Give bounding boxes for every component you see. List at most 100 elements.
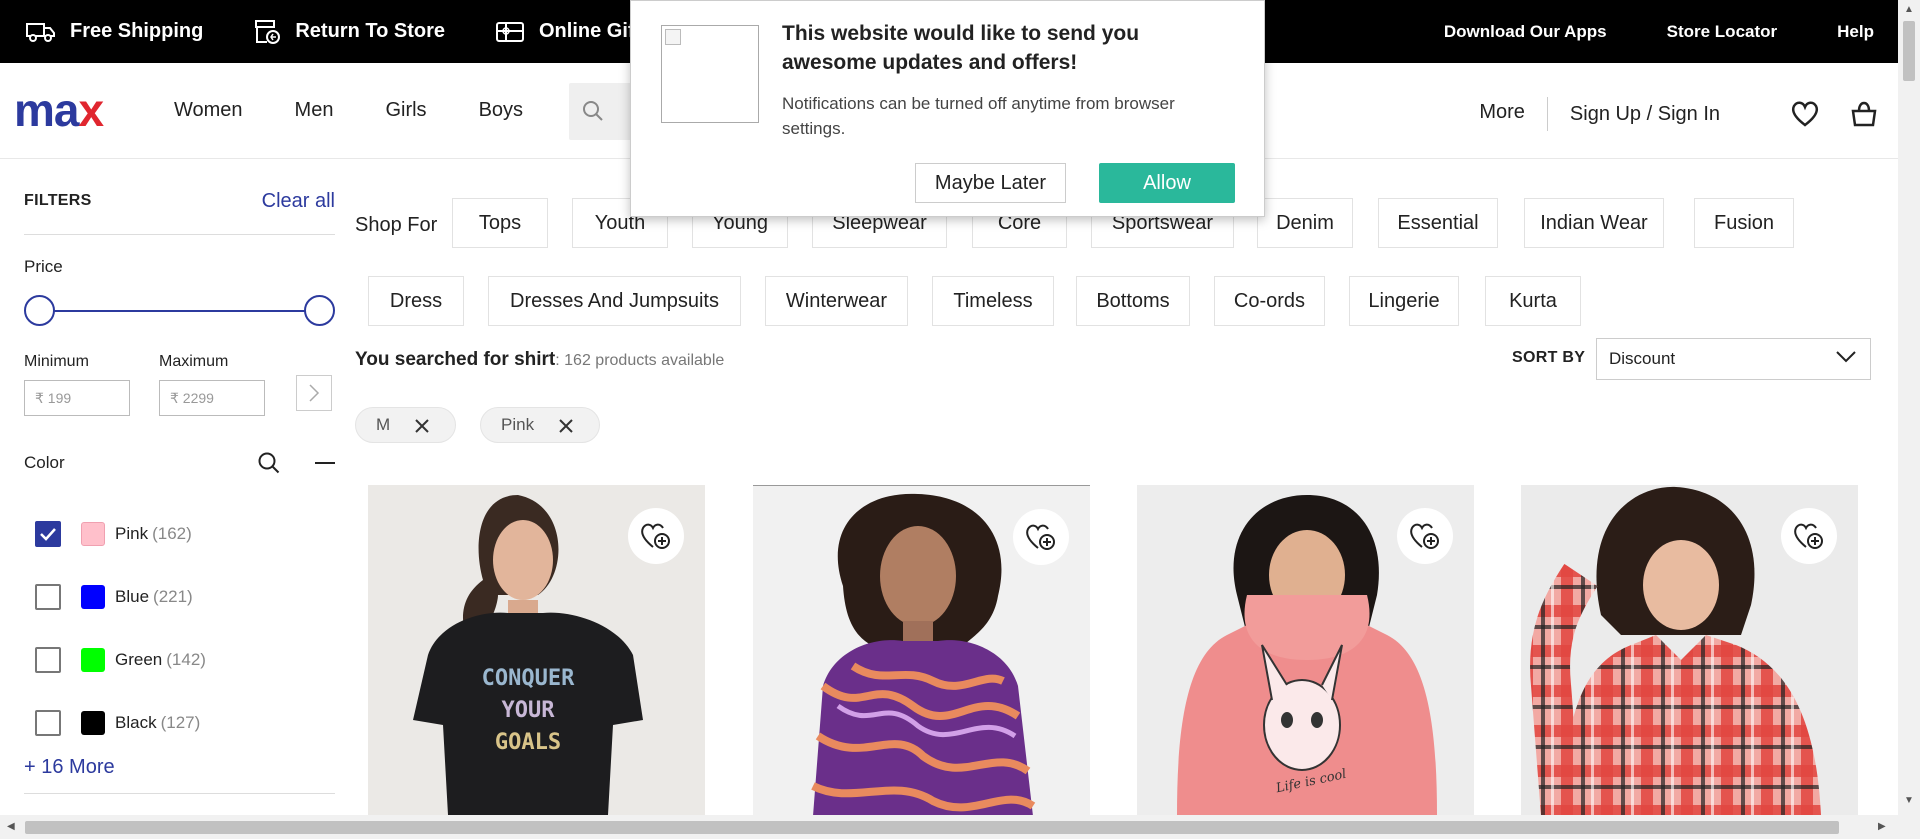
chevron-right-icon [309, 384, 320, 402]
color-option-black[interactable]: Black (127) [24, 691, 335, 754]
add-to-wishlist-button[interactable] [628, 508, 684, 564]
add-to-wishlist-button[interactable] [1013, 509, 1069, 565]
applied-filter-tag[interactable]: Pink [480, 407, 600, 443]
scroll-up-arrow-icon[interactable]: ▲ [1904, 4, 1914, 15]
popup-title: This website would like to send you awes… [782, 22, 1140, 74]
category-chip[interactable]: Fusion [1694, 198, 1794, 248]
sort-select[interactable]: Discount [1596, 338, 1871, 380]
nav-men[interactable]: Men [295, 99, 334, 122]
category-chip[interactable]: Dresses And Jumpsuits [488, 276, 741, 326]
color-option-pink[interactable]: Pink (162) [24, 502, 335, 565]
sort-by-label: SORT BY [1512, 349, 1586, 366]
return-to-store-link[interactable]: Return To Store [253, 19, 445, 45]
product-card[interactable]: CONQUER YOUR GOALS [368, 485, 705, 815]
clear-all-button[interactable]: Clear all [262, 190, 335, 213]
category-chip[interactable]: Indian Wear [1524, 198, 1664, 248]
color-checkbox[interactable] [35, 520, 61, 547]
wishlist-icon[interactable] [1790, 100, 1820, 128]
color-name: Green [115, 649, 163, 669]
horizontal-scrollbar[interactable]: ◀ ▶ [0, 815, 1920, 839]
nav-girls[interactable]: Girls [385, 99, 426, 122]
applied-filter-tag[interactable]: M [355, 407, 456, 443]
category-chip[interactable]: Bottoms [1076, 276, 1190, 326]
max-logo[interactable]: max [14, 84, 104, 136]
free-shipping-link[interactable]: Free Shipping [26, 20, 203, 43]
sign-in-link[interactable]: Sign Up / Sign In [1570, 103, 1720, 126]
gift-card-icon [495, 21, 524, 42]
scroll-right-arrow-icon[interactable]: ▶ [1878, 821, 1886, 832]
popup-image [661, 25, 759, 123]
shop-for-label: Shop For [355, 214, 438, 236]
category-chip[interactable]: Essential [1378, 198, 1498, 248]
more-menu[interactable]: More [1479, 97, 1548, 131]
help-link[interactable]: Help [1837, 22, 1874, 42]
tag-label: Pink [501, 415, 535, 434]
close-icon[interactable] [559, 419, 573, 433]
color-checkbox[interactable] [35, 709, 61, 736]
collapse-minus-icon[interactable] [315, 461, 335, 465]
maximum-label: Maximum [159, 353, 229, 370]
download-apps-link[interactable]: Download Our Apps [1444, 22, 1607, 42]
color-list: Pink (162) Blue (221) Green (142) Black (127) [24, 502, 335, 754]
category-chip[interactable]: Winterwear [765, 276, 908, 326]
category-chip[interactable]: Dress [368, 276, 464, 326]
color-option-green[interactable]: Green (142) [24, 628, 335, 691]
min-price-input[interactable]: ₹ 199 [24, 380, 130, 416]
vertical-scrollbar[interactable]: ▲ ▼ [1898, 0, 1920, 815]
online-gift-link[interactable]: Online Gift [495, 20, 641, 44]
color-count: (162) [152, 523, 192, 543]
color-name: Pink [115, 523, 149, 543]
color-checkbox[interactable] [35, 583, 61, 610]
store-return-icon [255, 19, 281, 44]
close-icon[interactable] [415, 419, 429, 433]
logo-text-a: ma [14, 84, 79, 136]
product-card[interactable] [753, 485, 1090, 815]
apply-price-button[interactable] [296, 375, 332, 411]
category-chip[interactable]: Tops [452, 198, 548, 248]
more-colors-link[interactable]: + 16 More [24, 756, 335, 779]
truck-icon [26, 22, 55, 42]
category-chip[interactable]: Timeless [932, 276, 1054, 326]
category-chip[interactable]: Lingerie [1349, 276, 1459, 326]
scroll-down-arrow-icon[interactable]: ▼ [1904, 795, 1914, 806]
broken-image-icon [665, 29, 681, 45]
horizontal-scroll-thumb[interactable] [25, 821, 1839, 834]
price-slider-track [38, 310, 321, 312]
store-locator-link[interactable]: Store Locator [1667, 22, 1778, 42]
color-checkbox[interactable] [35, 646, 61, 673]
tag-label: M [376, 415, 391, 434]
product-card[interactable] [1521, 485, 1858, 815]
add-to-wishlist-button[interactable] [1397, 508, 1453, 564]
nav-women[interactable]: Women [174, 99, 243, 122]
free-shipping-label: Free Shipping [70, 20, 204, 42]
maybe-later-button[interactable]: Maybe Later [915, 163, 1066, 203]
search-count: : 162 products available [555, 352, 725, 369]
return-to-store-label: Return To Store [295, 20, 445, 42]
color-count: (142) [166, 649, 206, 669]
add-to-wishlist-button[interactable] [1781, 508, 1837, 564]
search-icon[interactable] [257, 451, 281, 475]
popup-description: Notifications can be turned off anytime … [782, 94, 1175, 138]
chevron-down-icon [1836, 351, 1856, 363]
price-slider[interactable] [24, 295, 335, 327]
category-chip[interactable]: Co-ords [1214, 276, 1325, 326]
vertical-scroll-thumb[interactable] [1903, 21, 1915, 81]
color-option-blue[interactable]: Blue (221) [24, 565, 335, 628]
max-price-input[interactable]: ₹ 2299 [159, 380, 265, 416]
category-chip[interactable]: Denim [1257, 198, 1353, 248]
nav-boys[interactable]: Boys [479, 99, 523, 122]
check-icon [40, 527, 56, 541]
scroll-left-arrow-icon[interactable]: ◀ [7, 821, 15, 832]
heart-plus-icon [1794, 523, 1823, 549]
price-slider-max-handle[interactable] [304, 295, 335, 326]
notification-permission-popup: This website would like to send you awes… [630, 0, 1265, 217]
product-card[interactable]: Life is cool [1137, 485, 1474, 815]
cart-bag-icon[interactable] [1850, 100, 1878, 128]
price-slider-min-handle[interactable] [24, 295, 55, 326]
color-count: (221) [153, 586, 193, 606]
filter-sidebar: FILTERS Clear all Price Minimum ₹ 199 Ma… [24, 188, 335, 794]
category-chip[interactable]: Kurta [1485, 276, 1581, 326]
heart-plus-icon [1410, 523, 1439, 549]
color-heading: Color [24, 453, 65, 472]
allow-button[interactable]: Allow [1099, 163, 1235, 203]
